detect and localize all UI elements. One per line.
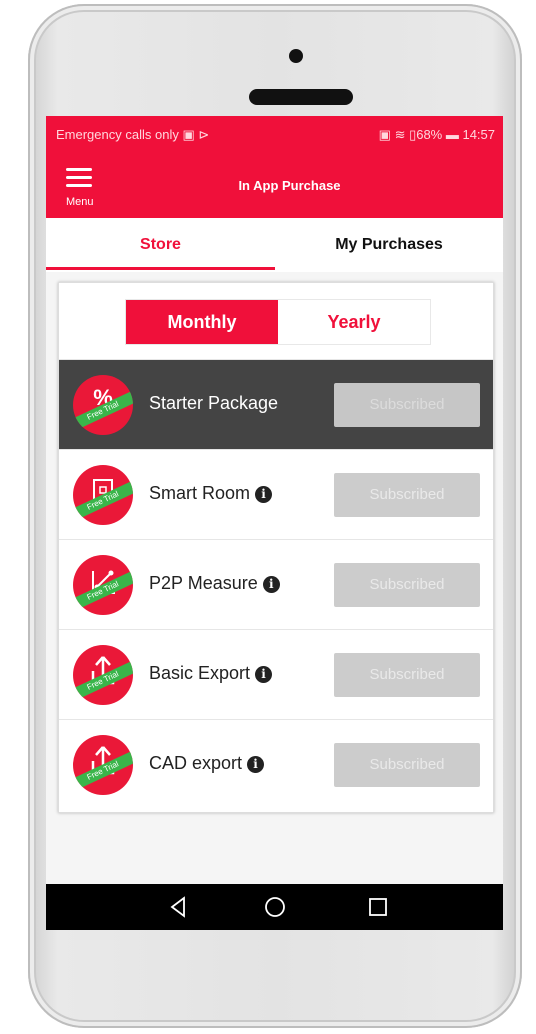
phone-screen: Emergency calls only ▣ ⊳ ▣ ≋ ▯68% ▬ 14:5… bbox=[46, 116, 503, 930]
store-card: Monthly Yearly % Free Trial Starter Pack… bbox=[58, 282, 494, 813]
status-bar: Emergency calls only ▣ ⊳ ▣ ≋ ▯68% ▬ 14:5… bbox=[46, 116, 503, 152]
tab-my-purchases[interactable]: My Purchases bbox=[275, 218, 503, 272]
page-title: In App Purchase bbox=[238, 178, 341, 193]
tab-store[interactable]: Store bbox=[46, 218, 275, 272]
status-right-text: ▣ ≋ ▯68% ▬ 14:57 bbox=[378, 127, 495, 142]
info-icon[interactable]: i bbox=[255, 666, 273, 683]
app-bar: Menu In App Purchase bbox=[46, 152, 503, 218]
earpiece-speaker bbox=[249, 89, 353, 105]
package-row-cad-export[interactable]: Free Trial CAD export i Subscribed bbox=[59, 719, 493, 810]
package-name: CAD export i bbox=[149, 753, 265, 774]
export-icon: Free Trial bbox=[73, 735, 133, 795]
android-nav-bar bbox=[46, 884, 503, 930]
billing-toggle: Monthly Yearly bbox=[125, 299, 431, 345]
subscribed-button[interactable]: Subscribed bbox=[334, 473, 480, 517]
package-row-basic-export[interactable]: Free Trial Basic Export i Subscribed bbox=[59, 629, 493, 720]
tab-bar: Store My Purchases bbox=[46, 218, 503, 272]
package-name: Basic Export i bbox=[149, 663, 273, 684]
subscribed-button[interactable]: Subscribed bbox=[334, 743, 480, 787]
monthly-toggle-button[interactable]: Monthly bbox=[126, 300, 278, 344]
info-icon[interactable]: i bbox=[255, 486, 273, 503]
percent-icon: % Free Trial bbox=[73, 375, 133, 435]
package-name: P2P Measure i bbox=[149, 573, 280, 594]
home-nav-icon[interactable] bbox=[261, 894, 289, 920]
export-icon: Free Trial bbox=[73, 645, 133, 705]
subscribed-button[interactable]: Subscribed bbox=[334, 653, 480, 697]
front-camera bbox=[289, 49, 303, 63]
package-row-smart-room[interactable]: Free Trial Smart Room i Subscribed bbox=[59, 449, 493, 540]
info-icon[interactable]: i bbox=[247, 756, 265, 773]
status-left-text: Emergency calls only ▣ ⊳ bbox=[56, 127, 210, 142]
package-name: Starter Package bbox=[149, 393, 279, 413]
package-row-starter[interactable]: % Free Trial Starter Package Subscribed bbox=[59, 359, 493, 450]
p2p-measure-icon: Free Trial bbox=[73, 555, 133, 615]
smart-room-icon: Free Trial bbox=[73, 465, 133, 525]
package-row-p2p-measure[interactable]: Free Trial P2P Measure i Subscribed bbox=[59, 539, 493, 630]
subscribed-button[interactable]: Subscribed bbox=[334, 383, 480, 427]
recents-nav-icon[interactable] bbox=[364, 894, 392, 920]
active-tab-indicator bbox=[46, 267, 275, 270]
subscribed-button[interactable]: Subscribed bbox=[334, 563, 480, 607]
back-nav-icon[interactable] bbox=[164, 894, 192, 920]
menu-label: Menu bbox=[66, 196, 94, 208]
package-name: Smart Room i bbox=[149, 483, 273, 504]
yearly-toggle-button[interactable]: Yearly bbox=[278, 300, 430, 344]
info-icon[interactable]: i bbox=[262, 576, 280, 593]
